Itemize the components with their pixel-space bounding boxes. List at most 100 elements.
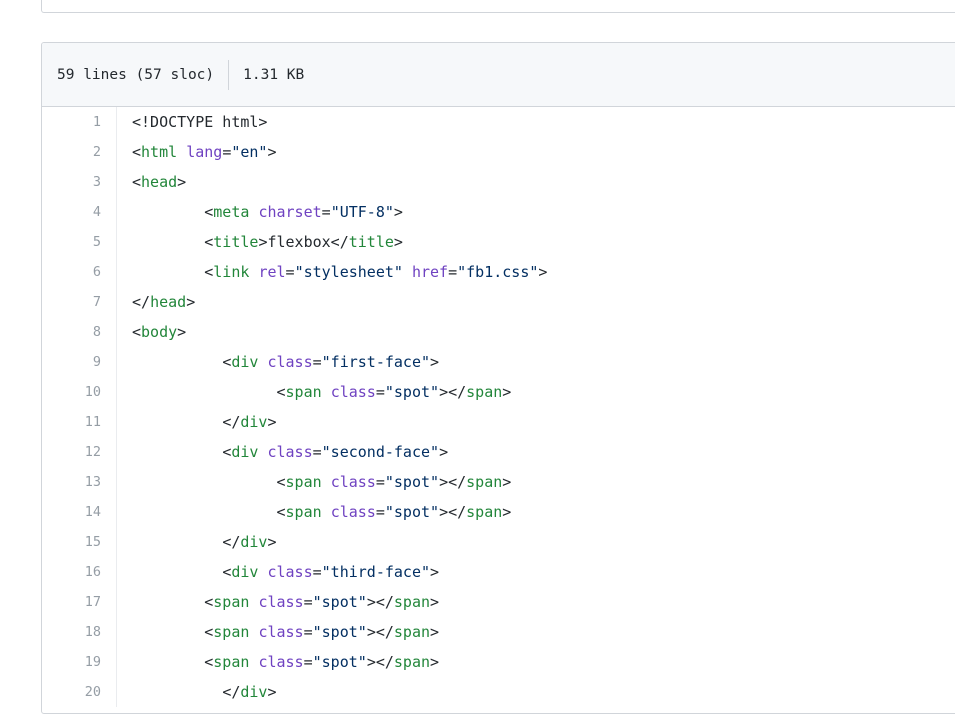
code-token: span	[393, 593, 431, 611]
line-number[interactable]: 2	[42, 137, 117, 167]
code-token: >	[502, 503, 512, 521]
code-token: title	[213, 233, 259, 251]
code-token: =	[303, 623, 313, 641]
line-number[interactable]: 6	[42, 257, 117, 287]
code-token: <	[132, 143, 142, 161]
line-number[interactable]: 17	[42, 587, 117, 617]
line-code: </div>	[117, 407, 277, 437]
code-token: class	[258, 623, 304, 641]
code-token: class	[330, 383, 376, 401]
line-number[interactable]: 19	[42, 647, 117, 677]
code-token: class	[258, 593, 304, 611]
code-token: lang	[186, 143, 223, 161]
code-token: div	[231, 443, 259, 461]
code-token: <	[132, 323, 142, 341]
line-code: <span class="spot"></span>	[117, 467, 512, 497]
line-number[interactable]: 20	[42, 677, 117, 707]
code-line: 19 <span class="spot"></span>	[42, 647, 955, 677]
line-number[interactable]: 8	[42, 317, 117, 347]
line-number[interactable]: 13	[42, 467, 117, 497]
code-token: link	[213, 263, 250, 281]
line-code: </div>	[117, 527, 277, 557]
code-line: 8 <body>	[42, 317, 955, 347]
line-code: <div class="first-face">	[117, 347, 439, 377]
code-token: <	[276, 503, 286, 521]
code-line: 20 </div>	[42, 677, 955, 707]
line-code: <title>flexbox</title>	[117, 227, 403, 257]
code-token: span	[466, 503, 503, 521]
code-token: >	[502, 473, 512, 491]
code-line: 5 <title>flexbox</title>	[42, 227, 955, 257]
code-line: 12 <div class="second-face">	[42, 437, 955, 467]
line-number[interactable]: 9	[42, 347, 117, 377]
code-token: =	[303, 653, 313, 671]
line-number[interactable]: 12	[42, 437, 117, 467]
code-token: =	[222, 143, 232, 161]
code-line: 13 <span class="spot"></span>	[42, 467, 955, 497]
file-size: 1.31 KB	[243, 66, 305, 83]
code-token: ></	[366, 653, 394, 671]
line-code: <head>	[117, 167, 186, 197]
line-code: </head>	[117, 287, 195, 317]
code-token: "spot"	[384, 383, 440, 401]
code-token: >	[267, 533, 277, 551]
line-number[interactable]: 18	[42, 617, 117, 647]
code-token: <!DOCTYPE html>	[132, 113, 268, 131]
code-line: 7 </head>	[42, 287, 955, 317]
code-line: 6 <link rel="stylesheet" href="fb1.css">	[42, 257, 955, 287]
code-token: =	[303, 593, 313, 611]
code-line: 2 <html lang="en">	[42, 137, 955, 167]
line-code: <!DOCTYPE html>	[117, 107, 267, 137]
line-number[interactable]: 14	[42, 497, 117, 527]
code-token: =	[448, 263, 458, 281]
code-token: rel	[258, 263, 286, 281]
code-token: ></	[366, 623, 394, 641]
code-token: "UTF-8"	[330, 203, 394, 221]
code-table: 1 <!DOCTYPE html> 2 <html lang="en"> 3 <head>…	[42, 107, 955, 707]
code-line: 17 <span class="spot"></span>	[42, 587, 955, 617]
code-token: =	[312, 443, 322, 461]
code-token: ></	[366, 593, 394, 611]
code-token: =	[375, 473, 385, 491]
line-number[interactable]: 16	[42, 557, 117, 587]
line-code: <body>	[117, 317, 186, 347]
code-token: =	[312, 563, 322, 581]
code-token: class	[267, 443, 313, 461]
code-token: >	[267, 413, 277, 431]
code-token: span	[285, 383, 322, 401]
line-code: <meta charset="UTF-8">	[117, 197, 403, 227]
line-code: <span class="spot"></span>	[117, 647, 439, 677]
line-code: <div class="second-face">	[117, 437, 448, 467]
line-number[interactable]: 3	[42, 167, 117, 197]
code-token: ></	[439, 383, 467, 401]
line-number[interactable]: 5	[42, 227, 117, 257]
line-code: <link rel="stylesheet" href="fb1.css">	[117, 257, 547, 287]
code-line: 11 </div>	[42, 407, 955, 437]
code-token: =	[285, 263, 295, 281]
code-token: span	[213, 593, 250, 611]
code-token: <	[222, 443, 232, 461]
code-token: head	[141, 173, 178, 191]
code-line: 15 </div>	[42, 527, 955, 557]
line-number[interactable]: 1	[42, 107, 117, 137]
code-token: class	[267, 563, 313, 581]
line-number[interactable]: 11	[42, 407, 117, 437]
code-token: >	[177, 173, 187, 191]
code-token: >	[393, 233, 403, 251]
code-token: <	[222, 353, 232, 371]
code-token: </	[222, 413, 241, 431]
line-number[interactable]: 10	[42, 377, 117, 407]
line-number[interactable]: 4	[42, 197, 117, 227]
code-token: "first-face"	[321, 353, 431, 371]
line-code: </div>	[117, 677, 276, 707]
line-number[interactable]: 15	[42, 527, 117, 557]
code-token: href	[411, 263, 449, 281]
code-token: span	[213, 623, 250, 641]
line-number[interactable]: 7	[42, 287, 117, 317]
code-token: <	[204, 593, 214, 611]
code-token: head	[150, 293, 187, 311]
